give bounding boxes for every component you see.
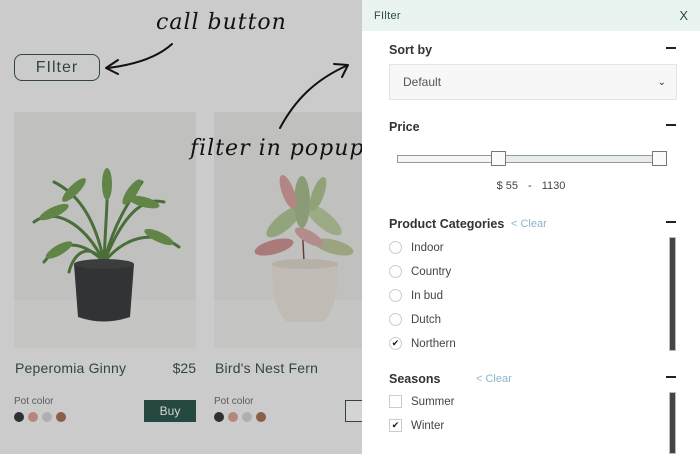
categories-scrollbar[interactable]: [669, 237, 676, 351]
section-title-categories: Product Categories: [389, 217, 505, 231]
category-option-in-bud[interactable]: In bud: [389, 289, 443, 302]
price-readout: $ 55-1130: [362, 180, 700, 192]
collapse-icon[interactable]: [666, 376, 676, 378]
pot-color-swatch[interactable]: [42, 412, 52, 422]
category-option-dutch[interactable]: Dutch: [389, 313, 441, 326]
pot-color-label: Pot color: [14, 396, 54, 407]
price-max: 1130: [541, 180, 566, 192]
category-option-indoor[interactable]: Indoor: [389, 241, 444, 254]
radio-button[interactable]: [389, 313, 402, 326]
pot-color-swatch[interactable]: [56, 412, 66, 422]
annotation-arrows: [105, 43, 349, 129]
option-label: Northern: [411, 337, 456, 350]
categories-clear-link[interactable]: < Clear: [511, 218, 547, 230]
checkbox[interactable]: [389, 395, 402, 408]
product-name: Bird's Nest Fern: [215, 360, 319, 376]
collapse-icon[interactable]: [666, 221, 676, 223]
price-separator: -: [528, 180, 532, 192]
panel-title: FIlter: [374, 9, 401, 22]
pot-color-swatch[interactable]: [28, 412, 38, 422]
check-icon: ✔: [391, 420, 400, 430]
product-price: $25: [172, 360, 196, 376]
radio-button[interactable]: [389, 241, 402, 254]
pot-color-swatch[interactable]: [256, 412, 266, 422]
section-title-price: Price: [389, 120, 420, 134]
check-icon: ✔: [391, 338, 400, 348]
collapse-icon[interactable]: [666, 124, 676, 126]
option-label: Country: [411, 265, 452, 278]
sort-select[interactable]: Default ⌄: [389, 64, 677, 100]
product-name: Peperomia Ginny: [15, 360, 127, 376]
pot-color-swatch[interactable]: [228, 412, 238, 422]
pot-color-swatch[interactable]: [14, 412, 24, 422]
checkbox-checked[interactable]: ✔: [389, 419, 402, 432]
option-label: Dutch: [411, 313, 442, 326]
seasons-clear-link[interactable]: < Clear: [476, 373, 512, 385]
option-label: In bud: [411, 289, 443, 302]
price-slider-max-handle[interactable]: [652, 151, 667, 166]
price-slider-min-handle[interactable]: [491, 151, 507, 166]
filter-panel: FIlter X Sort by Default ⌄ Price $ 55-11…: [362, 0, 700, 454]
sort-select-value: Default: [403, 75, 442, 89]
option-label: Summer: [411, 395, 455, 408]
season-option-winter[interactable]: ✔ Winter: [389, 419, 444, 432]
radio-button[interactable]: [389, 289, 402, 302]
filter-panel-header: FIlter X: [362, 0, 700, 31]
price-slider-range: [506, 155, 652, 163]
collapse-icon[interactable]: [666, 47, 676, 49]
section-title-sort: Sort by: [389, 43, 433, 57]
category-option-country[interactable]: Country: [389, 265, 451, 278]
pot-color-swatch[interactable]: [214, 412, 224, 422]
price-min: $ 55: [496, 180, 519, 192]
category-option-northern[interactable]: ✔ Northern: [389, 337, 456, 350]
pot-color-swatch[interactable]: [242, 412, 252, 422]
close-icon[interactable]: X: [679, 8, 688, 23]
buy-button[interactable]: Buy: [144, 400, 196, 422]
pot-color-swatches: [14, 412, 66, 422]
radio-button-checked[interactable]: ✔: [389, 337, 402, 350]
section-title-seasons: Seasons: [389, 372, 441, 386]
seasons-scrollbar[interactable]: [669, 392, 676, 454]
option-label: Indoor: [411, 241, 444, 254]
season-option-summer[interactable]: Summer: [389, 395, 454, 408]
pot-color-label: Pot color: [214, 396, 254, 407]
pot-color-swatches: [214, 412, 266, 422]
radio-button[interactable]: [389, 265, 402, 278]
chevron-down-icon: ⌄: [657, 76, 666, 88]
option-label: Winter: [411, 419, 445, 432]
